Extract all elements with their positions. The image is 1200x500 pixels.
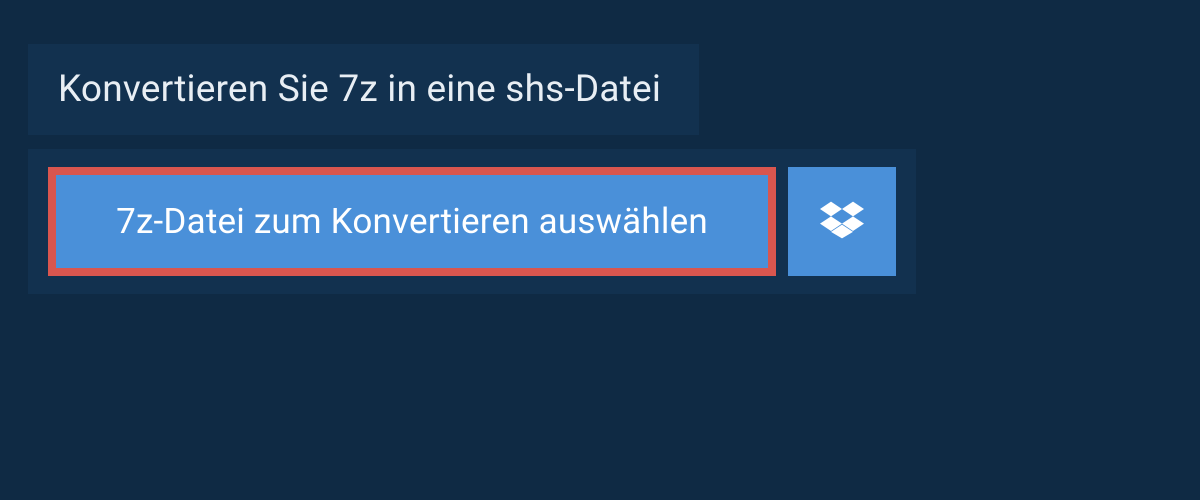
select-file-label: 7z-Datei zum Konvertieren auswählen	[116, 201, 708, 242]
select-file-button[interactable]: 7z-Datei zum Konvertieren auswählen	[48, 167, 776, 276]
upload-panel: 7z-Datei zum Konvertieren auswählen	[28, 149, 916, 294]
header-bar: Konvertieren Sie 7z in eine shs-Datei	[28, 44, 699, 135]
dropbox-icon	[820, 198, 864, 246]
page-title: Konvertieren Sie 7z in eine shs-Datei	[58, 68, 661, 111]
dropbox-button[interactable]	[788, 167, 896, 276]
